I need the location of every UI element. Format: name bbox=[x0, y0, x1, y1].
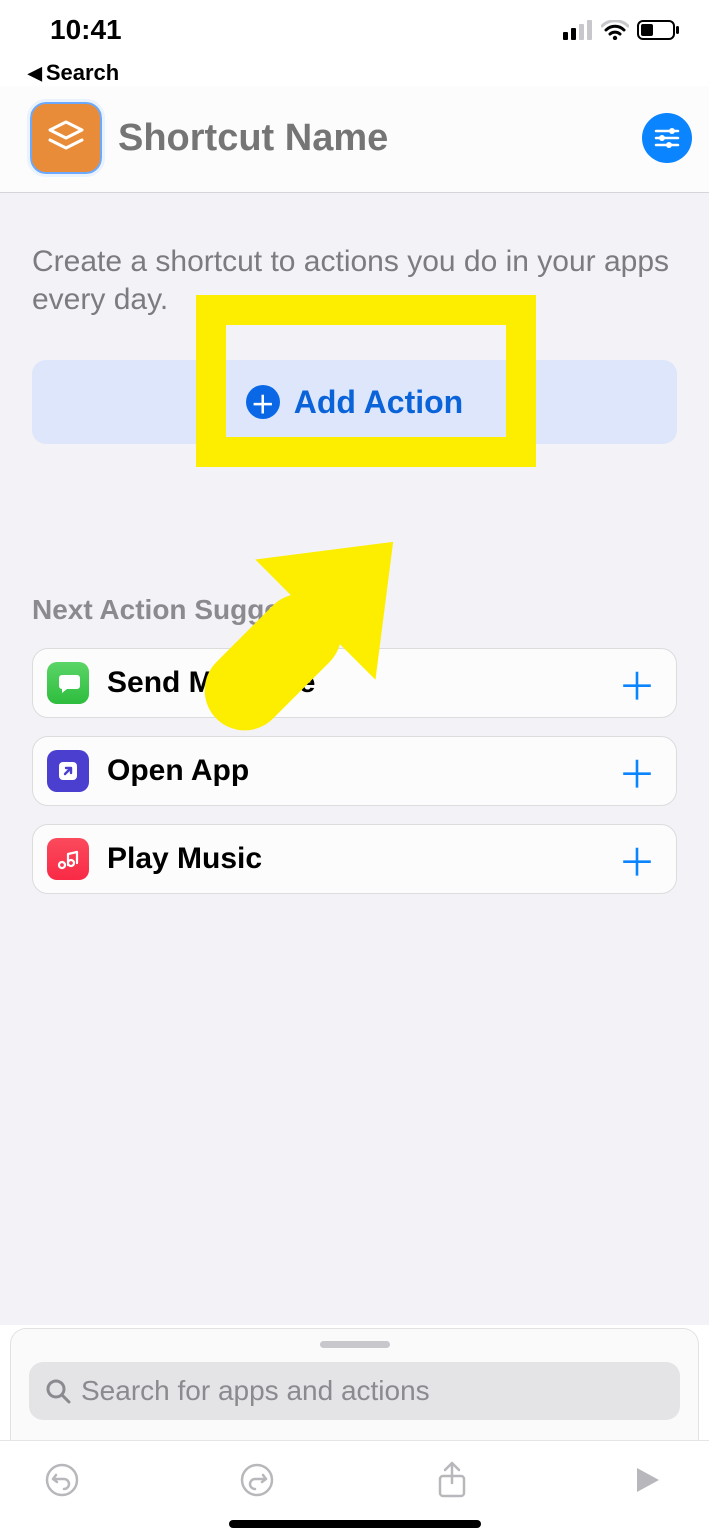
plus-icon: ＋ bbox=[246, 385, 280, 419]
redo-icon bbox=[239, 1462, 275, 1498]
sliders-icon bbox=[654, 125, 680, 151]
suggestion-list: Send Message ＋ Open App ＋ Play Music ＋ bbox=[32, 648, 677, 894]
editor-content: Create a shortcut to actions you do in y… bbox=[0, 193, 709, 1325]
cellular-icon bbox=[563, 20, 593, 40]
add-icon[interactable]: ＋ bbox=[618, 832, 656, 887]
settings-button[interactable] bbox=[642, 113, 692, 163]
shortcut-name-input[interactable] bbox=[118, 117, 626, 160]
play-icon bbox=[631, 1464, 663, 1496]
back-to-search[interactable]: ◀︎ Search bbox=[0, 60, 709, 86]
suggestions-title: Next Action Suggestions bbox=[32, 594, 677, 626]
status-icons bbox=[563, 20, 679, 40]
redo-button[interactable] bbox=[235, 1458, 279, 1502]
search-input[interactable]: Search for apps and actions bbox=[29, 1362, 680, 1420]
share-icon bbox=[435, 1460, 469, 1500]
editor-header bbox=[0, 86, 709, 193]
add-action-button[interactable]: ＋ Add Action bbox=[32, 360, 677, 444]
suggestion-send-message[interactable]: Send Message ＋ bbox=[32, 648, 677, 718]
music-icon bbox=[47, 838, 89, 880]
open-app-icon bbox=[47, 750, 89, 792]
share-button[interactable] bbox=[430, 1458, 474, 1502]
suggestion-label: Send Message bbox=[107, 666, 600, 700]
back-label: Search bbox=[46, 60, 119, 86]
add-action-label: Add Action bbox=[294, 384, 463, 421]
suggestion-open-app[interactable]: Open App ＋ bbox=[32, 736, 677, 806]
search-icon bbox=[45, 1378, 71, 1404]
run-button[interactable] bbox=[625, 1458, 669, 1502]
add-icon[interactable]: ＋ bbox=[618, 656, 656, 711]
search-placeholder: Search for apps and actions bbox=[81, 1375, 430, 1407]
status-bar: 10:41 bbox=[0, 0, 709, 60]
suggestion-label: Play Music bbox=[107, 842, 600, 876]
suggestion-label: Open App bbox=[107, 754, 600, 788]
sheet-grabber[interactable] bbox=[320, 1341, 390, 1348]
undo-button[interactable] bbox=[40, 1458, 84, 1502]
suggestion-play-music[interactable]: Play Music ＋ bbox=[32, 824, 677, 894]
chevron-left-icon: ◀︎ bbox=[28, 63, 42, 84]
search-panel[interactable]: Search for apps and actions bbox=[10, 1328, 699, 1440]
messages-icon bbox=[47, 662, 89, 704]
undo-icon bbox=[44, 1462, 80, 1498]
home-indicator bbox=[229, 1520, 481, 1528]
intro-text: Create a shortcut to actions you do in y… bbox=[32, 243, 677, 318]
battery-icon bbox=[637, 20, 679, 40]
shortcut-icon[interactable] bbox=[30, 102, 102, 174]
status-time: 10:41 bbox=[50, 14, 122, 46]
wifi-icon bbox=[601, 20, 629, 40]
add-icon[interactable]: ＋ bbox=[618, 744, 656, 799]
